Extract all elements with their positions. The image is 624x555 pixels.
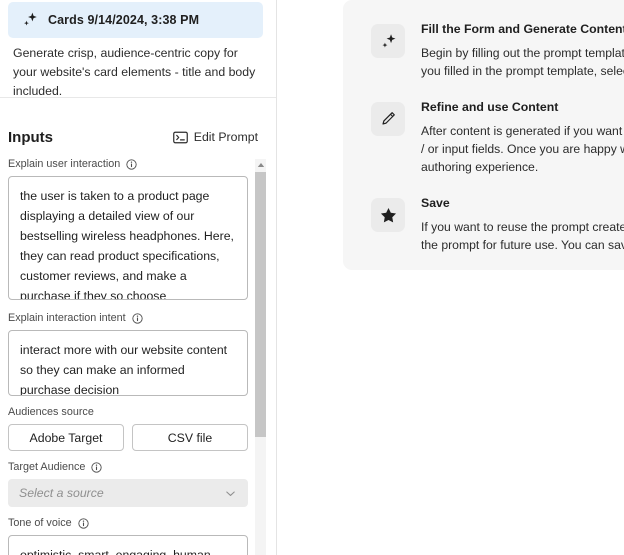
help-card-refine: Refine and use Content After content is …: [343, 100, 624, 176]
chevron-down-icon: [224, 487, 237, 500]
field-audiences-source-label-row: Audiences source: [8, 406, 258, 419]
field-audiences-source-label: Audiences source: [8, 406, 94, 418]
edit-prompt-button[interactable]: Edit Prompt: [171, 128, 260, 146]
help-card-body: If you want to reuse the prompt created …: [421, 220, 624, 252]
inputs-heading: Inputs: [8, 128, 53, 146]
terminal-icon: [172, 131, 188, 144]
help-card-title: Fill the Form and Generate Content: [421, 22, 624, 36]
help-card-body: After content is generated if you want t…: [421, 124, 624, 174]
field-target-audience: Target Audience Select a source: [8, 461, 258, 507]
field-audiences-source: Audiences source Adobe Target CSV file: [8, 406, 258, 451]
caret-up-icon[interactable]: [255, 159, 266, 171]
edit-prompt-label: Edit Prompt: [193, 130, 258, 144]
help-card-save: Save If you want to reuse the prompt cre…: [343, 196, 624, 254]
sparkle-icon: [20, 10, 40, 30]
tone-of-voice-textarea[interactable]: optimistic, smart, engaging, human, and …: [8, 535, 248, 555]
header-divider: [0, 97, 276, 98]
inputs-scrollbar[interactable]: [255, 159, 266, 555]
pencil-icon: [371, 102, 405, 136]
help-card-text: Refine and use Content After content is …: [421, 100, 624, 176]
user-interaction-textarea[interactable]: the user is taken to a product page disp…: [8, 176, 248, 300]
field-user-interaction-label: Explain user interaction: [8, 158, 121, 170]
field-user-interaction: Explain user interaction the user is tak…: [8, 158, 258, 300]
audiences-source-button-group: Adobe Target CSV file: [8, 424, 248, 451]
csv-file-button[interactable]: CSV file: [132, 424, 248, 451]
target-audience-select[interactable]: Select a source: [8, 479, 248, 507]
sparkle-icon: [371, 24, 405, 58]
prompt-title: Cards 9/14/2024, 3:38 PM: [48, 13, 200, 27]
star-icon: [371, 198, 405, 232]
prompt-form-panel: Cards 9/14/2024, 3:38 PM Generate crisp,…: [0, 0, 277, 555]
scrollbar-thumb[interactable]: [255, 172, 266, 437]
inputs-header-row: Inputs Edit Prompt: [8, 125, 260, 149]
help-card-fill-form: Fill the Form and Generate Content Begin…: [343, 22, 624, 80]
field-tone-of-voice-label-row: Tone of voice: [8, 517, 258, 530]
help-card-text: Save If you want to reuse the prompt cre…: [421, 196, 624, 254]
field-interaction-intent-label-row: Explain interaction intent: [8, 312, 258, 325]
field-target-audience-label-row: Target Audience: [8, 461, 258, 474]
field-user-interaction-label-row: Explain user interaction: [8, 158, 258, 171]
app-root: Cards 9/14/2024, 3:38 PM Generate crisp,…: [0, 0, 624, 555]
info-icon[interactable]: [91, 462, 103, 473]
interaction-intent-textarea[interactable]: interact more with our website content s…: [8, 330, 248, 396]
help-card-body: Begin by filling out the prompt template…: [421, 46, 624, 78]
info-icon[interactable]: [132, 313, 143, 324]
help-card-text: Fill the Form and Generate Content Begin…: [421, 22, 624, 80]
help-card-title: Save: [421, 196, 450, 210]
help-card-list: Fill the Form and Generate Content Begin…: [343, 0, 624, 254]
field-target-audience-label: Target Audience: [8, 461, 86, 473]
target-audience-placeholder: Select a source: [19, 486, 104, 500]
info-icon[interactable]: [78, 518, 89, 529]
help-card-title: Refine and use Content: [421, 100, 559, 114]
adobe-target-button[interactable]: Adobe Target: [8, 424, 124, 451]
field-interaction-intent-label: Explain interaction intent: [8, 312, 126, 324]
field-tone-of-voice-label: Tone of voice: [8, 517, 72, 529]
help-panel: Fill the Form and Generate Content Begin…: [343, 0, 624, 270]
inputs-scroll-region: Explain user interaction the user is tak…: [0, 158, 276, 555]
prompt-header-chip[interactable]: Cards 9/14/2024, 3:38 PM: [8, 2, 263, 38]
info-icon[interactable]: [126, 159, 137, 170]
field-interaction-intent: Explain interaction intent interact more…: [8, 312, 258, 396]
prompt-description: Generate crisp, audience-centric copy fo…: [13, 46, 256, 98]
field-tone-of-voice: Tone of voice optimistic, smart, engagin…: [8, 517, 258, 555]
